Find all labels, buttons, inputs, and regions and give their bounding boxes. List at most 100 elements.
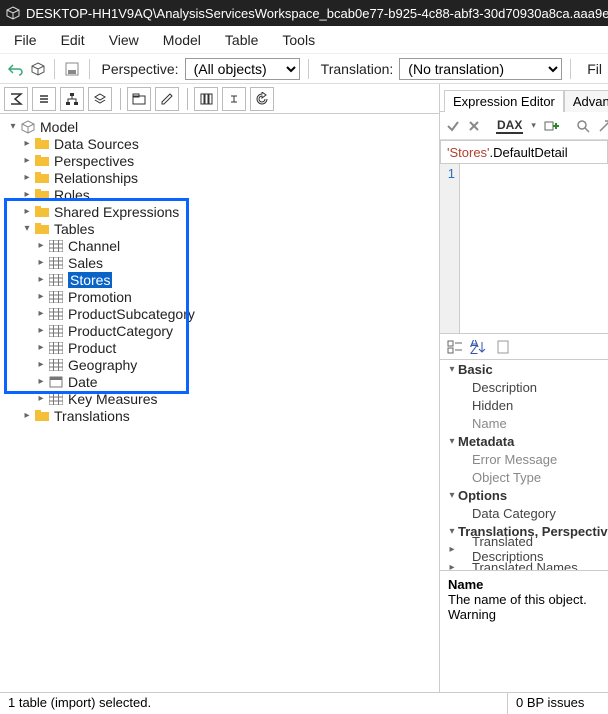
tree-folder[interactable]: Perspectives (6, 152, 439, 169)
undo-icon[interactable] (6, 60, 23, 78)
tree-translations[interactable]: Translations (6, 407, 439, 424)
twisty-icon[interactable] (34, 359, 48, 370)
folder-icon (34, 205, 50, 219)
menu-file[interactable]: File (14, 32, 37, 48)
svg-text:Z: Z (470, 342, 478, 354)
tree-table[interactable]: Date (6, 373, 439, 390)
tree-table[interactable]: Channel (6, 237, 439, 254)
columns-button[interactable] (194, 87, 218, 111)
prop-item[interactable]: Hidden (440, 396, 608, 414)
cancel-icon[interactable] (468, 118, 480, 134)
refresh-button[interactable] (250, 87, 274, 111)
save-icon[interactable] (63, 60, 80, 78)
accept-icon[interactable] (446, 118, 460, 134)
twisty-icon[interactable] (34, 342, 48, 353)
prop-item[interactable]: ▸Translated Names (440, 558, 608, 570)
translation-select[interactable]: (No translation) (399, 58, 562, 80)
prop-item[interactable]: Description (440, 378, 608, 396)
collapse-button[interactable] (222, 87, 246, 111)
tab-expression-editor[interactable]: Expression Editor (444, 90, 564, 112)
expression-input[interactable]: 'Stores'.DefaultDetail (440, 140, 608, 164)
body: Model Data SourcesPerspectivesRelationsh… (0, 84, 608, 692)
menu-view[interactable]: View (109, 32, 139, 48)
folder-icon (34, 409, 50, 423)
prop-item[interactable]: Name (440, 414, 608, 432)
tab-advanced[interactable]: Advanced S (564, 90, 608, 112)
property-grid[interactable]: ▾BasicDescriptionHiddenName▾MetadataErro… (440, 360, 608, 570)
prop-item[interactable]: Data Category (440, 504, 608, 522)
folder-button[interactable] (127, 87, 151, 111)
table-icon (48, 290, 64, 304)
cube-icon[interactable] (29, 60, 46, 78)
table-icon (48, 341, 64, 355)
twisty-icon[interactable] (34, 291, 48, 302)
tree-label: Sales (68, 255, 103, 271)
twisty-icon[interactable] (34, 393, 48, 404)
menu-model[interactable]: Model (163, 32, 201, 48)
twisty-icon[interactable] (20, 138, 34, 149)
list-button[interactable] (32, 87, 56, 111)
tree-root[interactable]: Model (6, 118, 439, 135)
twisty-icon[interactable] (6, 121, 20, 132)
goto-icon[interactable] (598, 118, 608, 134)
right-pane: Expression Editor Advanced S DAX▾ 'Store… (440, 84, 608, 692)
prop-item[interactable]: Object Type (440, 468, 608, 486)
tree-folder[interactable]: Data Sources (6, 135, 439, 152)
toolbar-separator (54, 59, 55, 79)
twisty-icon[interactable] (20, 189, 34, 200)
prop-category[interactable]: ▾Basic (440, 360, 608, 378)
tree-table[interactable]: ProductCategory (6, 322, 439, 339)
cube-icon (20, 120, 36, 134)
perspective-select[interactable]: (All objects) (185, 58, 300, 80)
expr-string: 'Stores' (447, 145, 490, 160)
tree-table[interactable]: Stores (6, 271, 439, 288)
prop-category[interactable]: ▾Options (440, 486, 608, 504)
search-icon[interactable] (576, 118, 590, 134)
menu-table[interactable]: Table (225, 32, 258, 48)
tree-table[interactable]: Product (6, 339, 439, 356)
tree-label: Relationships (54, 170, 138, 186)
prop-item[interactable]: ▸Translated Descriptions (440, 540, 608, 558)
property-add-icon[interactable] (544, 118, 560, 134)
tree-tables[interactable]: Tables (6, 220, 439, 237)
dax-label[interactable]: DAX (496, 118, 523, 134)
tree-table[interactable]: Geography (6, 356, 439, 373)
twisty-icon[interactable] (34, 240, 48, 251)
editor-body[interactable] (460, 164, 608, 333)
twisty-icon[interactable] (20, 410, 34, 421)
twisty-icon[interactable] (20, 172, 34, 183)
edit-button[interactable] (155, 87, 179, 111)
tree-label: ProductSubcategory (68, 306, 195, 322)
hierarchy-button[interactable] (60, 87, 84, 111)
layers-button[interactable] (88, 87, 112, 111)
twisty-icon[interactable] (20, 223, 34, 234)
twisty-icon[interactable] (34, 257, 48, 268)
menu-edit[interactable]: Edit (61, 32, 85, 48)
translation-label: Translation: (321, 61, 394, 77)
dax-editor[interactable]: 1 (440, 164, 608, 334)
sort-az-icon[interactable]: AZ (470, 338, 488, 356)
tree-table[interactable]: ProductSubcategory (6, 305, 439, 322)
sigma-button[interactable] (4, 87, 28, 111)
menu-tools[interactable]: Tools (282, 32, 315, 48)
twisty-icon[interactable] (20, 155, 34, 166)
twisty-icon[interactable] (34, 308, 48, 319)
twisty-icon[interactable] (34, 274, 48, 285)
categorized-icon[interactable] (446, 338, 464, 356)
tree-table[interactable]: Promotion (6, 288, 439, 305)
main-toolbar: Perspective: (All objects) Translation: … (0, 54, 608, 84)
prop-page-icon[interactable] (494, 338, 512, 356)
prop-category[interactable]: ▾Metadata (440, 432, 608, 450)
tree-folder[interactable]: Shared Expressions (6, 203, 439, 220)
prop-item[interactable]: Error Message (440, 450, 608, 468)
prop-desc-text: The name of this object. Warning (448, 592, 600, 622)
twisty-icon[interactable] (34, 325, 48, 336)
tree-table[interactable]: Sales (6, 254, 439, 271)
tree-folder[interactable]: Roles (6, 186, 439, 203)
twisty-icon[interactable] (20, 206, 34, 217)
twisty-icon[interactable] (34, 376, 48, 387)
tree-table[interactable]: Key Measures (6, 390, 439, 407)
tree-folder[interactable]: Relationships (6, 169, 439, 186)
filter-label[interactable]: Fil (587, 61, 602, 77)
model-tree[interactable]: Model Data SourcesPerspectivesRelationsh… (0, 114, 439, 692)
